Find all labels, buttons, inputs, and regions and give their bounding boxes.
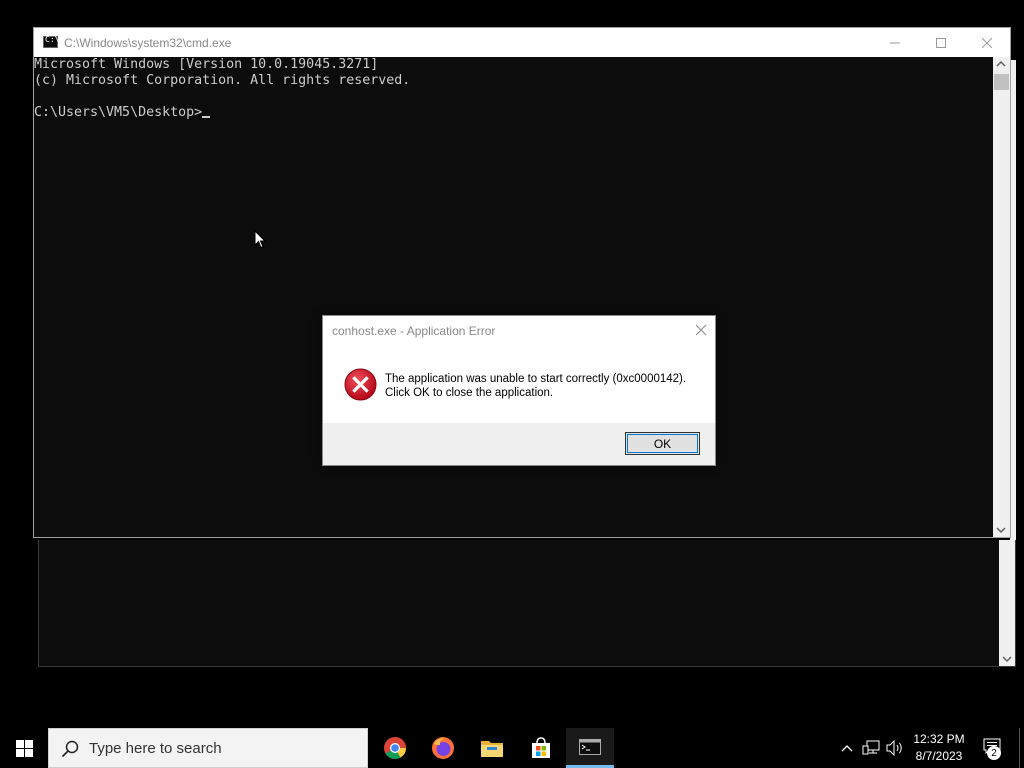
dialog-message-line2: Click OK to close the application.: [385, 386, 554, 399]
chrome-icon: [384, 737, 406, 759]
taskbar-search-box[interactable]: Type here to search: [48, 728, 368, 768]
text-cursor: [202, 116, 211, 118]
maximize-button[interactable]: [918, 28, 964, 57]
minimize-icon: [890, 42, 900, 43]
close-button[interactable]: [964, 28, 1010, 57]
volume-icon: [886, 740, 902, 756]
dialog-close-icon[interactable]: [693, 322, 709, 338]
dialog-body: The application was unable to start corr…: [323, 346, 715, 424]
windows-logo-icon: [15, 739, 33, 757]
chevron-up-icon: [841, 745, 853, 752]
search-placeholder: Type here to search: [89, 740, 222, 757]
notification-count-badge: 2: [987, 746, 1001, 760]
taskbar-chrome[interactable]: [371, 728, 419, 768]
taskbar-file-explorer[interactable]: [468, 728, 516, 768]
dialog-message: The application was unable to start corr…: [385, 373, 686, 400]
scroll-down-arrow-icon[interactable]: [1002, 654, 1012, 664]
console-line: (c) Microsoft Corporation. All rights re…: [34, 73, 411, 88]
firefox-icon: [432, 737, 454, 759]
scroll-up-arrow-icon[interactable]: [996, 59, 1006, 69]
cmd-window-title: C:\Windows\system32\cmd.exe: [64, 36, 232, 50]
cmd-titlebar[interactable]: C:\ C:\Windows\system32\cmd.exe: [34, 28, 1010, 57]
dialog-title: conhost.exe - Application Error: [332, 324, 496, 338]
mouse-pointer-icon: [254, 230, 267, 249]
close-icon: [982, 37, 992, 48]
show-hidden-icons[interactable]: [838, 728, 856, 768]
minimize-button[interactable]: [872, 28, 918, 57]
start-button[interactable]: [0, 728, 48, 768]
network-tray[interactable]: [860, 728, 882, 768]
dialog-footer: OK: [323, 423, 715, 465]
vertical-scrollbar[interactable]: [993, 57, 1010, 537]
maximize-icon: [936, 37, 946, 48]
console-prompt[interactable]: C:\Users\VM5\Desktop>: [34, 105, 993, 121]
network-icon: [862, 740, 880, 755]
taskbar-cmd[interactable]: [566, 728, 614, 768]
clock-time: 12:32 PM: [913, 732, 965, 746]
taskbar: Type here to search 12:32 PM 8/7/2023 2: [0, 728, 1024, 768]
background-scrollbar[interactable]: [999, 540, 1015, 666]
cmd-icon: [579, 738, 601, 755]
file-explorer-icon: [481, 741, 503, 757]
action-center-button[interactable]: 2: [980, 728, 1006, 768]
taskbar-microsoft-store[interactable]: [517, 728, 565, 768]
cmd-app-icon: C:\: [43, 35, 59, 48]
search-icon: [61, 740, 79, 758]
taskbar-clock[interactable]: 12:32 PM 8/7/2023: [906, 731, 972, 765]
show-desktop-button[interactable]: [1019, 728, 1024, 768]
background-console-window: [38, 540, 1016, 667]
dialog-message-line1: The application was unable to start corr…: [385, 373, 687, 385]
console-line: Microsoft Windows [Version 10.0.19045.32…: [34, 57, 379, 72]
taskbar-firefox[interactable]: [419, 728, 467, 768]
volume-tray[interactable]: [884, 728, 906, 768]
error-x-icon: [344, 368, 377, 401]
error-dialog[interactable]: conhost.exe - Application Error The appl…: [322, 315, 716, 466]
clock-date: 8/7/2023: [915, 749, 963, 763]
scroll-down-arrow-icon[interactable]: [996, 525, 1006, 535]
microsoft-store-icon: [532, 737, 550, 758]
ok-button[interactable]: OK: [625, 432, 700, 455]
prompt-text: C:\Users\VM5\Desktop>: [34, 105, 203, 120]
scrollbar-thumb[interactable]: [994, 74, 1009, 90]
